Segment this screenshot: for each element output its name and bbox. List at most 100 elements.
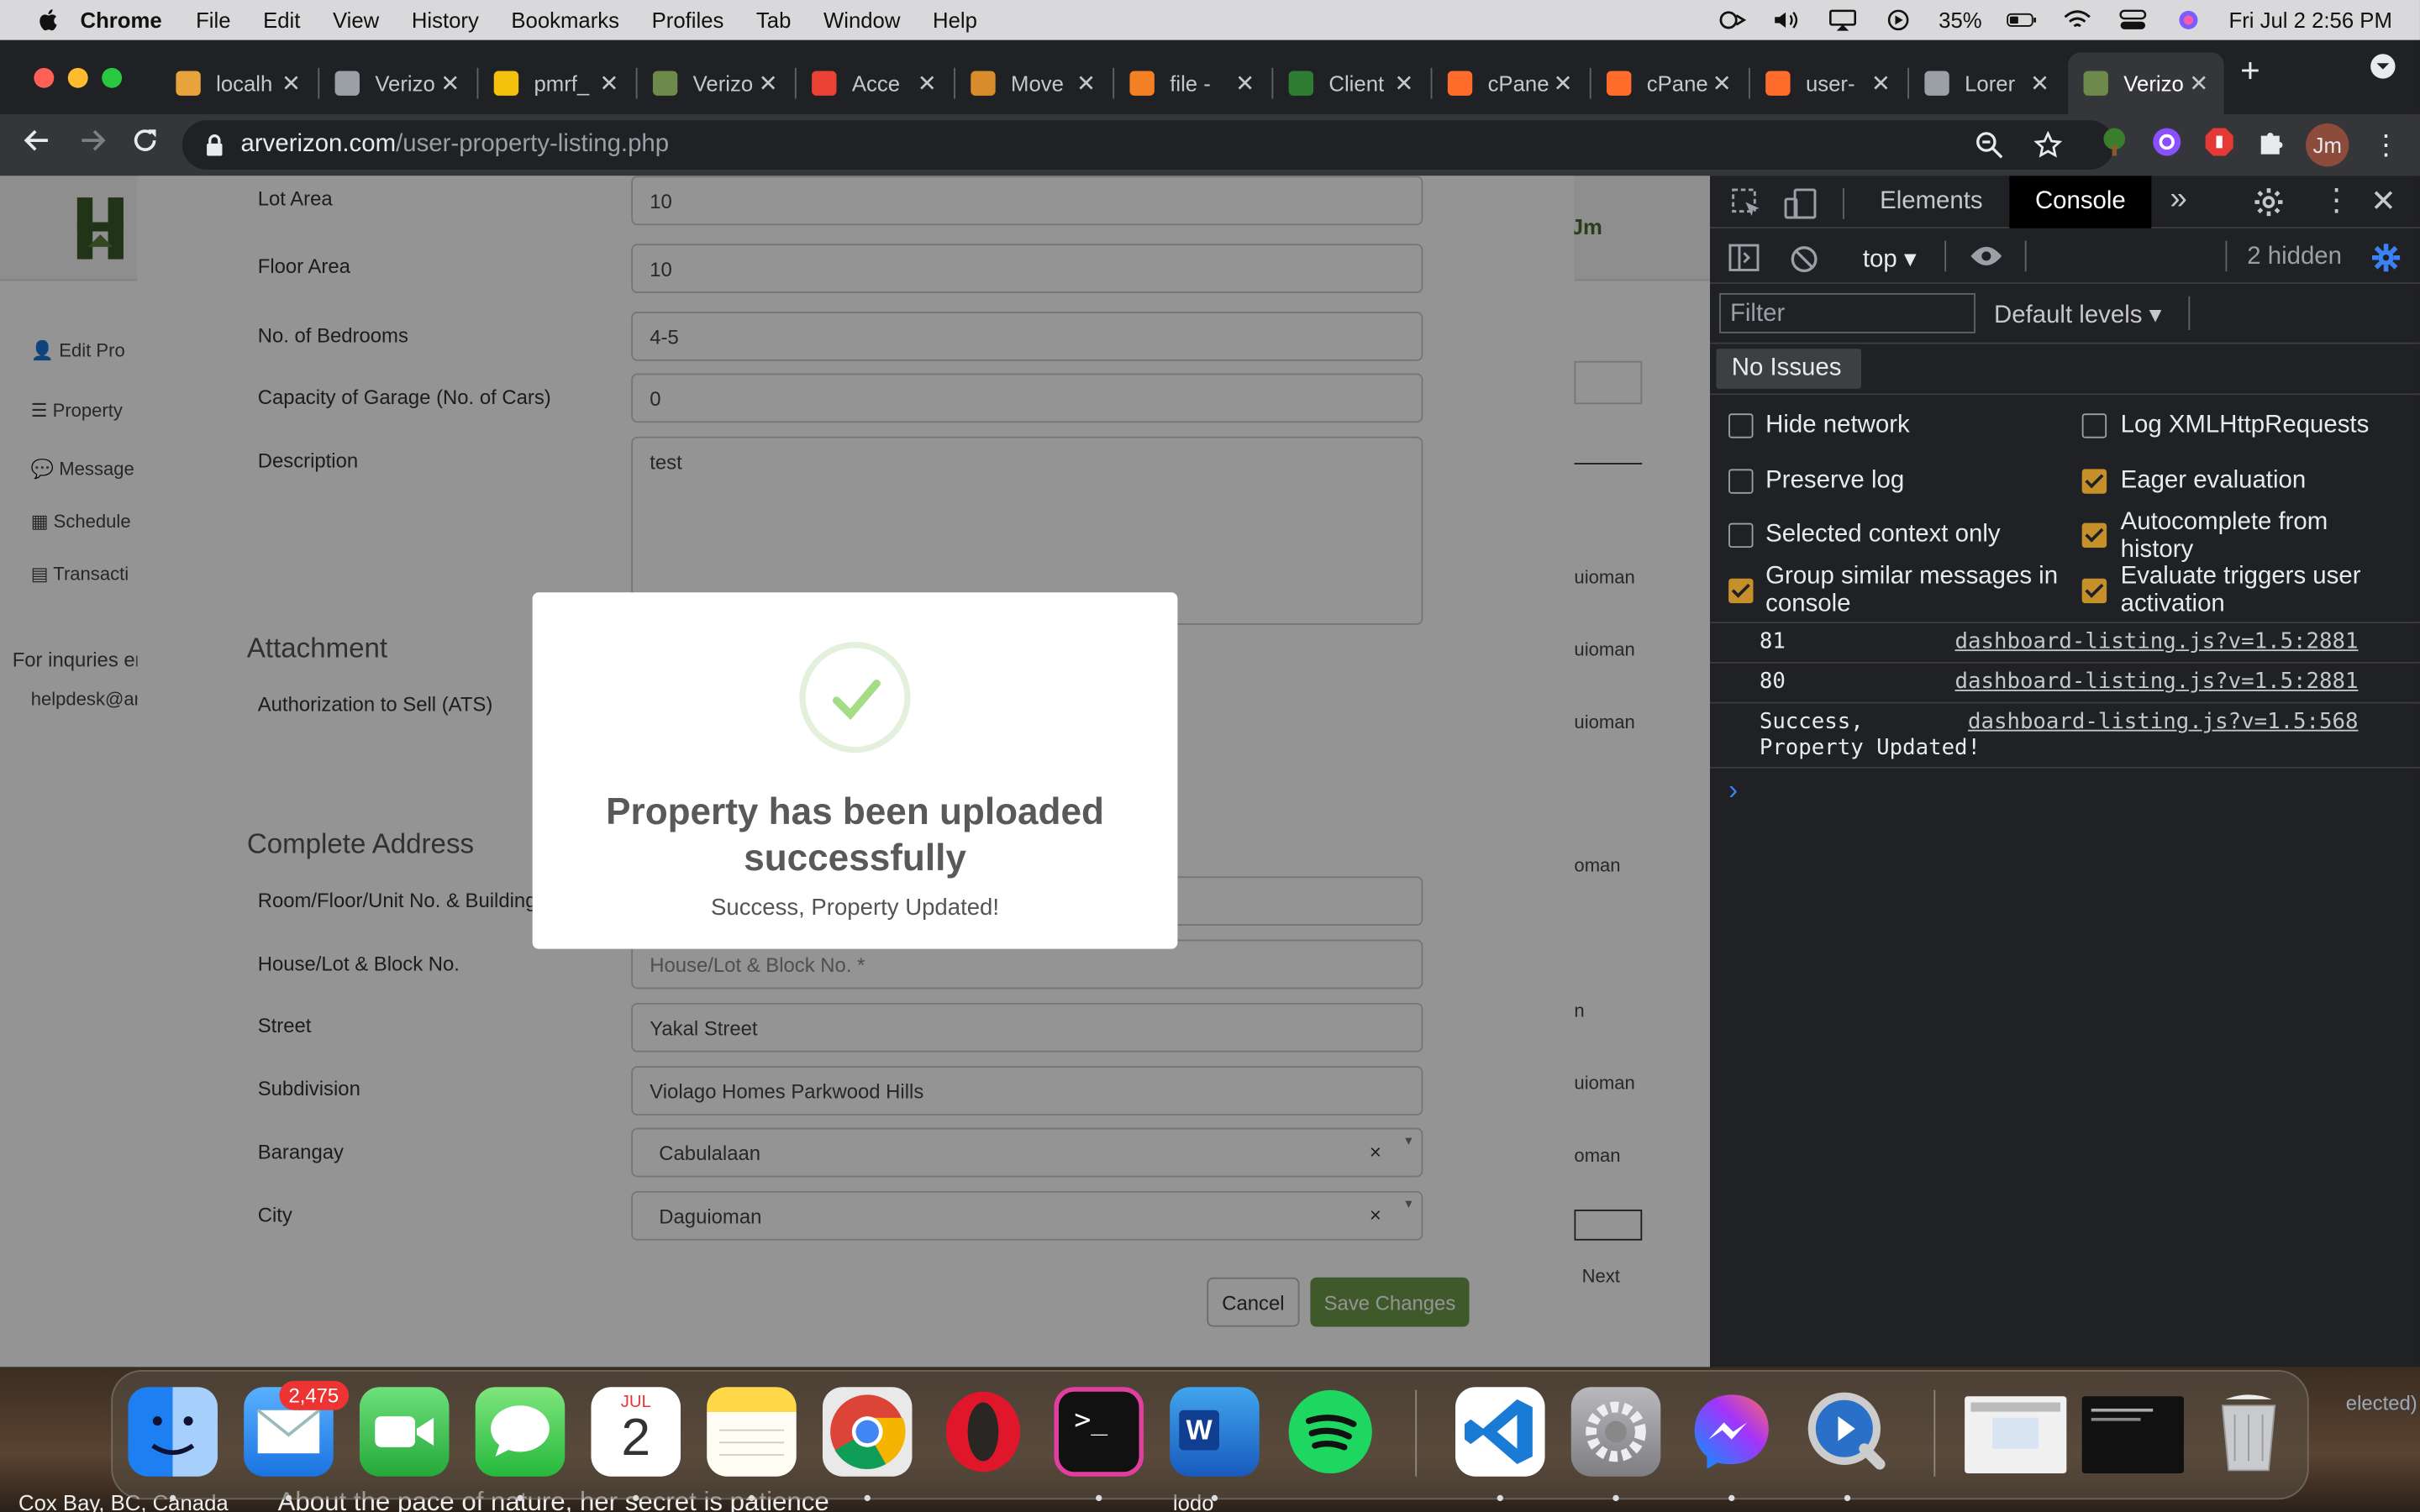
finder-icon[interactable] xyxy=(128,1387,218,1477)
browser-tab[interactable]: user- ✕ xyxy=(1750,52,1907,113)
reload-button[interactable] xyxy=(127,127,164,164)
zoom-window-button[interactable] xyxy=(102,67,123,88)
control-center-icon[interactable] xyxy=(2118,9,2149,31)
browser-tab[interactable]: Acce ✕ xyxy=(797,52,953,113)
vscode-icon[interactable] xyxy=(1455,1387,1545,1477)
wifi-icon[interactable] xyxy=(2062,9,2093,31)
browser-tab[interactable]: cPane ✕ xyxy=(1432,52,1588,113)
close-tab-icon[interactable]: ✕ xyxy=(759,70,778,97)
address-bar[interactable]: arverizon.com/user-property-listing.php xyxy=(182,120,2115,171)
tab-search-button[interactable] xyxy=(2365,52,2402,89)
inspect-element-icon[interactable] xyxy=(1732,188,1763,219)
close-tab-icon[interactable]: ✕ xyxy=(1712,70,1732,97)
menu-edit[interactable]: Edit xyxy=(263,8,300,32)
kebab-menu-icon[interactable]: ⋮ xyxy=(2321,181,2352,219)
filter-input[interactable]: Filter xyxy=(1719,292,1975,333)
settings-gear-icon[interactable] xyxy=(2254,186,2285,218)
close-tab-icon[interactable]: ✕ xyxy=(918,70,937,97)
back-button[interactable] xyxy=(18,127,55,164)
menu-view[interactable]: View xyxy=(333,8,379,32)
close-tab-icon[interactable]: ✕ xyxy=(1553,70,1572,97)
chrome-menu-icon[interactable]: ⋮ xyxy=(2367,127,2404,164)
battery-icon[interactable] xyxy=(2007,9,2038,31)
siri-icon[interactable] xyxy=(2173,9,2204,31)
console-prompt[interactable]: › xyxy=(1728,774,1738,807)
clock[interactable]: Fri Jul 2 2:56 PM xyxy=(2229,8,2392,32)
hide-network-checkbox[interactable] xyxy=(1728,413,1754,438)
minimized-terminal-window[interactable] xyxy=(2081,1396,2184,1474)
menu-history[interactable]: History xyxy=(412,8,479,32)
tab-console[interactable]: Console xyxy=(2009,176,2152,228)
browser-tab[interactable]: Verizo ✕ xyxy=(2068,52,2224,114)
menu-profiles[interactable]: Profiles xyxy=(652,8,724,32)
bookmark-star-icon[interactable] xyxy=(2033,131,2062,159)
minimized-preview-window[interactable] xyxy=(1965,1396,2067,1474)
chrome-icon[interactable] xyxy=(822,1387,913,1477)
browser-tab[interactable]: Lorer ✕ xyxy=(1909,52,2065,113)
sidebar-toggle-icon[interactable] xyxy=(1728,244,1760,271)
system-preferences-icon[interactable] xyxy=(1570,1387,1661,1477)
log-source-link[interactable]: dashboard-listing.js?v=1.5:568 xyxy=(1968,710,2358,734)
word-icon[interactable]: W xyxy=(1170,1387,1260,1477)
log-xhr-checkbox[interactable] xyxy=(2081,413,2107,438)
lock-icon[interactable] xyxy=(203,133,225,157)
close-window-button[interactable] xyxy=(34,67,55,88)
browser-tab[interactable]: localh ✕ xyxy=(160,52,317,113)
browser-tab[interactable]: Client ✕ xyxy=(1273,52,1429,113)
preserve-log-checkbox[interactable] xyxy=(1728,469,1754,494)
extension-tree-icon[interactable] xyxy=(2096,127,2133,164)
forward-button[interactable] xyxy=(74,127,111,164)
close-tab-icon[interactable]: ✕ xyxy=(2030,70,2049,97)
profile-avatar[interactable]: Jm xyxy=(2306,123,2349,167)
messenger-icon[interactable] xyxy=(1687,1387,1777,1477)
log-source-link[interactable]: dashboard-listing.js?v=1.5:2881 xyxy=(1955,629,2359,654)
close-tab-icon[interactable]: ✕ xyxy=(281,70,301,97)
selected-context-checkbox[interactable] xyxy=(1728,522,1754,549)
browser-tab[interactable]: Verizo ✕ xyxy=(638,52,794,113)
evaluate-triggers-checkbox[interactable] xyxy=(2081,578,2107,604)
close-tab-icon[interactable]: ✕ xyxy=(1076,70,1096,97)
close-devtools-icon[interactable]: ✕ xyxy=(2370,182,2396,221)
group-similar-checkbox[interactable] xyxy=(1728,578,1754,604)
live-expression-eye-icon[interactable] xyxy=(1970,245,2003,267)
close-tab-icon[interactable]: ✕ xyxy=(1235,70,1255,97)
close-tab-icon[interactable]: ✕ xyxy=(1871,70,1891,97)
log-source-link[interactable]: dashboard-listing.js?v=1.5:2881 xyxy=(1955,669,2359,694)
zoom-icon[interactable] xyxy=(1975,131,2003,159)
issues-button[interactable]: No Issues xyxy=(1716,349,1862,389)
spotify-icon[interactable] xyxy=(1286,1387,1376,1477)
minimize-window-button[interactable] xyxy=(67,67,88,88)
browser-tab[interactable]: Move ✕ xyxy=(955,52,1112,113)
close-tab-icon[interactable]: ✕ xyxy=(440,70,460,97)
device-toolbar-icon[interactable] xyxy=(1784,188,1818,219)
menu-help[interactable]: Help xyxy=(933,8,977,32)
vpn-icon[interactable] xyxy=(1717,9,1748,31)
play-icon[interactable] xyxy=(1883,9,1914,31)
calendar-icon[interactable]: JUL 2 xyxy=(591,1387,681,1477)
airplay-icon[interactable] xyxy=(1828,9,1859,31)
browser-tab[interactable]: pmrf_ ✕ xyxy=(478,52,634,113)
eager-evaluation-checkbox[interactable] xyxy=(2081,469,2107,494)
console-settings-gear-icon[interactable] xyxy=(2370,242,2402,273)
menu-app-name[interactable]: Chrome xyxy=(81,8,162,32)
menu-bookmarks[interactable]: Bookmarks xyxy=(511,8,619,32)
menu-window[interactable]: Window xyxy=(823,8,900,32)
extensions-puzzle-icon[interactable] xyxy=(2254,127,2291,164)
menu-file[interactable]: File xyxy=(196,8,230,32)
facetime-icon[interactable] xyxy=(359,1387,450,1477)
new-tab-button[interactable]: + xyxy=(2232,52,2269,89)
trash-icon[interactable] xyxy=(2204,1387,2294,1477)
tab-elements[interactable]: Elements xyxy=(1880,188,1983,216)
opera-icon[interactable] xyxy=(939,1387,1028,1477)
close-tab-icon[interactable]: ✕ xyxy=(2189,70,2208,97)
quicktime-icon[interactable] xyxy=(1802,1387,1892,1477)
close-tab-icon[interactable]: ✕ xyxy=(1394,70,1413,97)
clear-console-icon[interactable] xyxy=(1791,245,1818,273)
browser-tab[interactable]: Verizo ✕ xyxy=(319,52,476,113)
volume-icon[interactable] xyxy=(1772,9,1803,31)
extension-adblock-icon[interactable] xyxy=(2201,127,2238,164)
messages-icon[interactable] xyxy=(475,1387,566,1477)
autocomplete-history-checkbox[interactable] xyxy=(2081,522,2107,549)
terminal-icon[interactable]: >_ xyxy=(1054,1387,1144,1477)
browser-tab[interactable]: cPane ✕ xyxy=(1591,52,1748,113)
